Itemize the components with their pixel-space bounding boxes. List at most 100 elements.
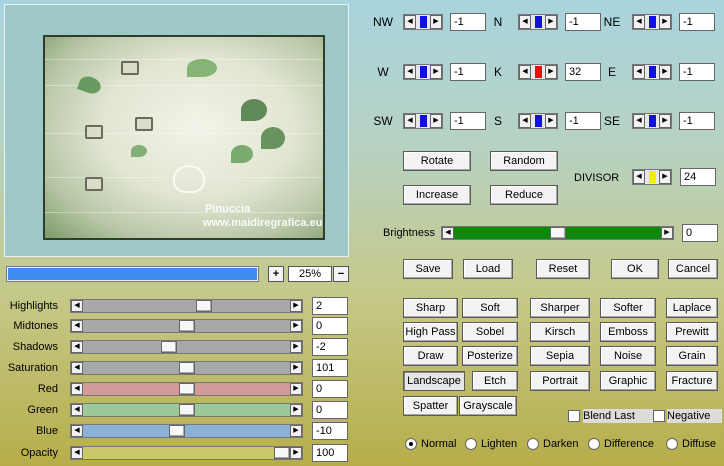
- zoom-out-button[interactable]: −: [333, 266, 349, 282]
- arrow-left-icon[interactable]: ◀: [519, 15, 531, 29]
- arrow-left-icon[interactable]: ◀: [71, 404, 83, 416]
- preset-graphic-button[interactable]: Graphic: [600, 371, 656, 391]
- mode-diffuse-radio[interactable]: [666, 438, 678, 450]
- matrix-thumb-n[interactable]: [535, 16, 542, 28]
- blue-input[interactable]: -10: [312, 422, 348, 440]
- arrow-right-icon[interactable]: ▶: [290, 425, 302, 437]
- negative-checkbox[interactable]: [653, 410, 665, 422]
- mode-normal-radio[interactable]: [405, 438, 417, 450]
- matrix-thumb-k[interactable]: [535, 66, 542, 78]
- matrix-slider-w[interactable]: ◀ ▶: [403, 64, 443, 80]
- saturation-input[interactable]: 101: [312, 359, 348, 377]
- mode-darken-radio[interactable]: [527, 438, 539, 450]
- zoom-in-button[interactable]: +: [268, 266, 284, 282]
- shadows-thumb[interactable]: [161, 341, 178, 353]
- preset-sharp-button[interactable]: Sharp: [403, 298, 458, 318]
- arrow-left-icon[interactable]: ◀: [71, 425, 83, 437]
- red-slider[interactable]: ◀ ▶: [70, 382, 303, 396]
- arrow-left-icon[interactable]: ◀: [404, 114, 416, 128]
- brightness-thumb[interactable]: [549, 227, 566, 239]
- matrix-input-e[interactable]: -1: [679, 63, 715, 81]
- matrix-thumb-sw[interactable]: [420, 115, 427, 127]
- arrow-left-icon[interactable]: ◀: [633, 15, 645, 29]
- arrow-left-icon[interactable]: ◀: [519, 65, 531, 79]
- saturation-slider[interactable]: ◀ ▶: [70, 361, 303, 375]
- arrow-left-icon[interactable]: ◀: [519, 114, 531, 128]
- arrow-right-icon[interactable]: ▶: [659, 170, 671, 184]
- shadows-input[interactable]: -2: [312, 338, 348, 356]
- arrow-right-icon[interactable]: ▶: [545, 15, 557, 29]
- mode-difference-radio[interactable]: [588, 438, 600, 450]
- brightness-slider[interactable]: ◀ ▶: [441, 226, 674, 240]
- matrix-input-sw[interactable]: -1: [450, 112, 486, 130]
- matrix-input-w[interactable]: -1: [450, 63, 486, 81]
- divisor-input[interactable]: 24: [680, 168, 716, 186]
- blue-slider[interactable]: ◀ ▶: [70, 424, 303, 438]
- blue-thumb[interactable]: [168, 425, 185, 437]
- save-button[interactable]: Save: [403, 259, 453, 279]
- increase-button[interactable]: Increase: [403, 185, 471, 205]
- matrix-thumb-w[interactable]: [420, 66, 427, 78]
- preset-sepia-button[interactable]: Sepia: [530, 346, 590, 366]
- preset-etch-button[interactable]: Etch: [472, 371, 518, 391]
- matrix-input-s[interactable]: -1: [565, 112, 601, 130]
- arrow-right-icon[interactable]: ▶: [290, 362, 302, 374]
- opacity-thumb[interactable]: [274, 447, 290, 459]
- arrow-right-icon[interactable]: ▶: [430, 15, 442, 29]
- preset-fracture-button[interactable]: Fracture: [666, 371, 718, 391]
- midtones-slider[interactable]: ◀ ▶: [70, 319, 303, 333]
- saturation-thumb[interactable]: [178, 362, 195, 374]
- green-slider[interactable]: ◀ ▶: [70, 403, 303, 417]
- matrix-slider-s[interactable]: ◀ ▶: [518, 113, 558, 129]
- arrow-right-icon[interactable]: ▶: [290, 447, 302, 459]
- random-button[interactable]: Random: [490, 151, 558, 171]
- arrow-right-icon[interactable]: ▶: [659, 65, 671, 79]
- arrow-right-icon[interactable]: ▶: [430, 114, 442, 128]
- highlights-thumb[interactable]: [195, 300, 212, 312]
- preset-sobel-button[interactable]: Sobel: [462, 322, 518, 342]
- matrix-slider-ne[interactable]: ◀ ▶: [632, 14, 672, 30]
- arrow-left-icon[interactable]: ◀: [71, 300, 83, 312]
- matrix-thumb-e[interactable]: [649, 66, 656, 78]
- arrow-left-icon[interactable]: ◀: [404, 65, 416, 79]
- matrix-thumb-nw[interactable]: [420, 16, 427, 28]
- shadows-slider[interactable]: ◀ ▶: [70, 340, 303, 354]
- matrix-slider-sw[interactable]: ◀ ▶: [403, 113, 443, 129]
- arrow-right-icon[interactable]: ▶: [659, 15, 671, 29]
- rotate-button[interactable]: Rotate: [403, 151, 471, 171]
- preset-portrait-button[interactable]: Portrait: [530, 371, 590, 391]
- preset-soft-button[interactable]: Soft: [462, 298, 518, 318]
- highlights-slider[interactable]: ◀ ▶: [70, 299, 303, 313]
- arrow-left-icon[interactable]: ◀: [71, 341, 83, 353]
- reset-button[interactable]: Reset: [536, 259, 590, 279]
- arrow-right-icon[interactable]: ▶: [290, 404, 302, 416]
- opacity-input[interactable]: 100: [312, 444, 348, 462]
- midtones-thumb[interactable]: [178, 320, 195, 332]
- matrix-slider-e[interactable]: ◀ ▶: [632, 64, 672, 80]
- highlights-input[interactable]: 2: [312, 297, 348, 315]
- mode-lighten-radio[interactable]: [465, 438, 477, 450]
- arrow-left-icon[interactable]: ◀: [404, 15, 416, 29]
- arrow-left-icon[interactable]: ◀: [71, 383, 83, 395]
- divisor-thumb[interactable]: [649, 171, 656, 183]
- preset-noise-button[interactable]: Noise: [600, 346, 656, 366]
- preset-laplace-button[interactable]: Laplace: [666, 298, 718, 318]
- preset-grayscale-button[interactable]: Grayscale: [459, 396, 517, 416]
- arrow-right-icon[interactable]: ▶: [545, 114, 557, 128]
- green-thumb[interactable]: [178, 404, 195, 416]
- green-input[interactable]: 0: [312, 401, 348, 419]
- matrix-input-nw[interactable]: -1: [450, 13, 486, 31]
- matrix-thumb-s[interactable]: [535, 115, 542, 127]
- preset-kirsch-button[interactable]: Kirsch: [530, 322, 590, 342]
- arrow-right-icon[interactable]: ▶: [290, 383, 302, 395]
- preset-draw-button[interactable]: Draw: [403, 346, 458, 366]
- matrix-slider-k[interactable]: ◀ ▶: [518, 64, 558, 80]
- opacity-slider[interactable]: ◀ ▶: [70, 446, 303, 460]
- preset-grain-button[interactable]: Grain: [666, 346, 718, 366]
- matrix-slider-n[interactable]: ◀ ▶: [518, 14, 558, 30]
- arrow-left-icon[interactable]: ◀: [71, 320, 83, 332]
- cancel-button[interactable]: Cancel: [668, 259, 718, 279]
- arrow-right-icon[interactable]: ▶: [659, 114, 671, 128]
- blend-last-checkbox[interactable]: [568, 410, 580, 422]
- matrix-slider-se[interactable]: ◀ ▶: [632, 113, 672, 129]
